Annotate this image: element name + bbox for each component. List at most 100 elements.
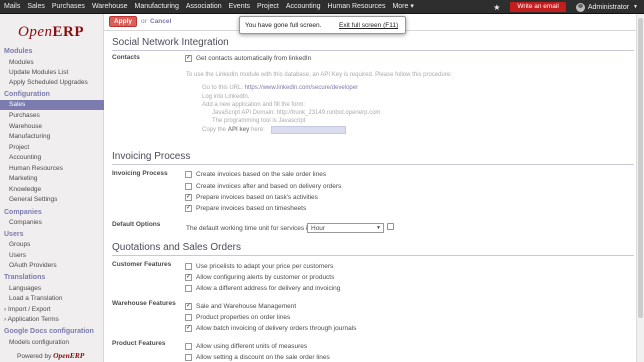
invoice-sale-lines-checkbox[interactable]	[185, 171, 192, 178]
menu-association[interactable]: Association	[182, 0, 225, 14]
invoice-timesheets-option: Prepare invoices based on timesheets	[196, 205, 307, 212]
main-menu: Mails Sales Purchases Warehouse Manufact…	[0, 0, 417, 14]
openerp-logo[interactable]: OpenERP	[18, 24, 84, 41]
write-email-button[interactable]: Write an email	[510, 2, 566, 12]
menu-events[interactable]: Events	[225, 0, 253, 14]
sidebar-item-knowledge[interactable]: Knowledge	[9, 186, 41, 193]
menu-project[interactable]: Project	[253, 0, 282, 14]
sidebar-item-manufacturing[interactable]: Manufacturing	[9, 133, 50, 140]
sidebar-heading-translations: Translations	[4, 274, 46, 281]
sidebar-item-warehouse[interactable]: Warehouse	[9, 123, 42, 130]
linkedin-hint-url: Go to this URL: https://www.linkedin.com…	[202, 85, 359, 91]
sidebar-heading-configuration: Configuration	[4, 91, 50, 98]
menu-accounting[interactable]: Accounting	[282, 0, 324, 14]
sale-warehouse-checkbox[interactable]: ✓	[185, 303, 192, 310]
menu-sales[interactable]: Sales	[23, 0, 48, 14]
user-menu[interactable]: Administrator	[588, 4, 629, 11]
services-unit-select[interactable]: Hour ▼	[307, 223, 384, 233]
sidebar-item-users[interactable]: Users	[9, 252, 26, 259]
sidebar-item-apply-upgrades[interactable]: Apply Scheduled Upgrades	[9, 79, 88, 86]
powered-by[interactable]: Powered by OpenERP	[17, 351, 84, 360]
sidebar-item-general-settings[interactable]: General Settings	[9, 196, 57, 203]
sidebar: OpenERP Modules Modules Update Modules L…	[0, 14, 104, 362]
pricelists-option: Use pricelists to adapt your price per c…	[196, 263, 334, 270]
sidebar-item-project[interactable]: Project	[9, 144, 29, 151]
services-unit-label: The default working time unit for servic…	[186, 225, 311, 232]
sidebar-item-accounting[interactable]: Accounting	[9, 154, 41, 161]
contacts-option: Get contacts automatically from linkedIn	[196, 55, 312, 62]
batch-invoicing-checkbox[interactable]: ✓	[185, 325, 192, 332]
sidebar-item-languages[interactable]: Languages	[9, 285, 41, 292]
menu-more[interactable]: More ▾	[388, 0, 416, 14]
sidebar-heading-google-docs: Google Docs configuration	[4, 328, 94, 335]
invoice-timesheets-checkbox[interactable]: ✓	[185, 205, 192, 212]
sidebar-item-application-terms[interactable]: › Application Terms	[4, 316, 59, 323]
menu-warehouse[interactable]: Warehouse	[88, 0, 131, 14]
external-link-icon[interactable]	[387, 223, 394, 230]
alerts-checkbox[interactable]: ✓	[185, 274, 192, 281]
product-properties-checkbox[interactable]	[185, 314, 192, 321]
settings-form: Social Network Integration Contacts ✓ Ge…	[104, 32, 636, 362]
apply-button[interactable]: Apply	[109, 16, 137, 27]
menu-purchases[interactable]: Purchases	[48, 0, 88, 14]
fullscreen-notice: You have gone full screen. Exit full scr…	[239, 16, 406, 34]
sidebar-item-import-export[interactable]: › Import / Export	[4, 306, 51, 313]
batch-invoicing-option: Allow batch invoicing of delivery orders…	[196, 325, 357, 332]
discount-checkbox[interactable]	[185, 354, 192, 361]
sidebar-item-purchases[interactable]: Purchases	[9, 112, 40, 119]
menu-human-resources[interactable]: Human Resources	[323, 0, 388, 14]
units-of-measure-option: Allow using different units of measures	[196, 343, 308, 350]
sidebar-item-load-translation[interactable]: Load a Translation	[9, 295, 62, 302]
sidebar-heading-modules: Modules	[4, 48, 33, 55]
contacts-label: Contacts	[112, 54, 140, 61]
section-social-network: Social Network Integration	[112, 37, 634, 51]
invoice-delivery-option: Create invoices after and based on deliv…	[196, 183, 342, 190]
invoicing-process-label: Invoicing Process	[112, 170, 168, 177]
star-icon[interactable]: ★	[493, 3, 500, 12]
sidebar-item-oauth-providers[interactable]: OAuth Providers	[9, 262, 57, 269]
linkedin-hint-tool: The programming tool is Javascript	[212, 118, 306, 124]
discount-option: Allow setting a discount on the sale ord…	[196, 354, 330, 361]
delivery-address-checkbox[interactable]	[185, 285, 192, 292]
sidebar-heading-companies: Companies	[4, 209, 42, 216]
alerts-option: Allow configuring alerts by customer or …	[196, 274, 335, 281]
sidebar-item-modules[interactable]: Modules	[9, 59, 34, 66]
sidebar-item-models-configuration[interactable]: Models configuration	[9, 339, 69, 346]
or-text: or	[141, 18, 147, 25]
product-features-label: Product Features	[112, 340, 166, 347]
chevron-down-icon[interactable]: ▼	[633, 4, 638, 10]
invoice-delivery-checkbox[interactable]	[185, 183, 192, 190]
cancel-button[interactable]: Cancel	[150, 18, 171, 25]
api-key-field[interactable]	[271, 126, 346, 134]
linkedin-hint-copy: Copy the API key here:	[202, 127, 265, 133]
vertical-scrollbar[interactable]	[636, 14, 644, 362]
pricelists-checkbox[interactable]	[185, 263, 192, 270]
linkedin-hint-add-app: Add a new application and fill the form:	[202, 102, 306, 108]
top-menu-bar: Mails Sales Purchases Warehouse Manufact…	[0, 0, 644, 14]
invoice-tasks-option: Prepare invoices based on task's activit…	[196, 194, 318, 201]
warehouse-features-label: Warehouse Features	[112, 300, 176, 307]
avatar[interactable]	[575, 2, 585, 12]
sidebar-item-companies[interactable]: Companies	[9, 219, 42, 226]
exit-fullscreen-link[interactable]: Exit full screen (F11)	[339, 17, 398, 34]
sidebar-item-sales[interactable]: Sales	[0, 100, 104, 110]
sidebar-item-marketing[interactable]: Marketing	[9, 175, 38, 182]
contacts-checkbox[interactable]: ✓	[185, 55, 192, 62]
linkedin-url-link[interactable]: https://www.linkedin.com/secure/develope…	[245, 85, 358, 91]
units-of-measure-checkbox[interactable]	[185, 343, 192, 350]
invoice-sale-lines-option: Create invoices based on the sale order …	[196, 171, 327, 178]
linkedin-hint-domain: JavaScript API Domain: http://trunk_2314…	[212, 110, 381, 116]
menu-manufacturing[interactable]: Manufacturing	[130, 0, 181, 14]
sidebar-heading-users: Users	[4, 231, 24, 238]
scrollbar-thumb[interactable]	[638, 18, 643, 318]
invoice-tasks-checkbox[interactable]: ✓	[185, 194, 192, 201]
menu-mails[interactable]: Mails	[0, 0, 23, 14]
linkedin-hint-intro: To use the LinkedIn module with this dat…	[186, 72, 452, 78]
sidebar-item-update-modules[interactable]: Update Modules List	[9, 69, 68, 76]
sale-warehouse-option: Sale and Warehouse Management	[196, 303, 297, 310]
fullscreen-notice-text: You have gone full screen.	[245, 22, 322, 29]
product-properties-option: Product properties on order lines	[196, 314, 291, 321]
section-quotations: Quotations and Sales Orders	[112, 242, 634, 256]
sidebar-item-human-resources[interactable]: Human Resources	[9, 165, 63, 172]
sidebar-item-groups[interactable]: Groups	[9, 241, 30, 248]
